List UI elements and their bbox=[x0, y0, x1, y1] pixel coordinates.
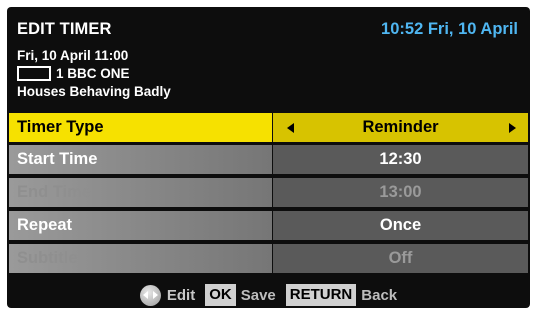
left-arrow-icon[interactable] bbox=[287, 123, 294, 133]
ok-key[interactable]: OK bbox=[205, 284, 236, 306]
edit-hint: Edit bbox=[166, 286, 196, 304]
channel-box-icon bbox=[17, 66, 51, 81]
row-start-time[interactable]: Start Time 12:30 bbox=[9, 145, 528, 174]
save-hint: Save bbox=[240, 286, 276, 304]
row-label: Timer Type bbox=[9, 113, 272, 142]
right-arrow-icon[interactable] bbox=[509, 123, 516, 133]
row-end-time: End Time 13:00 bbox=[9, 178, 528, 207]
back-hint: Back bbox=[361, 286, 398, 304]
row-repeat[interactable]: Repeat Once bbox=[9, 211, 528, 240]
row-label: End Time bbox=[9, 178, 272, 207]
programme-datetime: Fri, 10 April 11:00 bbox=[17, 48, 129, 63]
programme-channel: 1 BBC ONE bbox=[56, 66, 130, 81]
row-value[interactable]: Once bbox=[273, 211, 528, 240]
row-label: Repeat bbox=[9, 211, 272, 240]
clock: 10:52 Fri, 10 April bbox=[381, 20, 518, 38]
row-value[interactable]: 12:30 bbox=[273, 145, 528, 174]
timer-type-selector[interactable]: Reminder bbox=[273, 113, 528, 142]
row-label: Start Time bbox=[9, 145, 272, 174]
row-timer-type[interactable]: Timer Type Reminder bbox=[9, 113, 528, 142]
button-legend: Edit OK Save RETURN Back bbox=[7, 283, 530, 307]
row-subtitle: Subtitle Off bbox=[9, 244, 528, 273]
dpad-icon bbox=[139, 284, 161, 306]
edit-timer-panel: EDIT TIMER 10:52 Fri, 10 April Fri, 10 A… bbox=[7, 7, 530, 308]
return-key[interactable]: RETURN bbox=[285, 284, 357, 306]
row-value: Off bbox=[273, 244, 528, 273]
row-value: Reminder bbox=[362, 118, 439, 136]
page-title: EDIT TIMER bbox=[17, 20, 112, 38]
row-value: 13:00 bbox=[273, 178, 528, 207]
programme-name: Houses Behaving Badly bbox=[17, 84, 171, 99]
row-label: Subtitle bbox=[9, 244, 272, 273]
programme-channel-line: 1 BBC ONE bbox=[17, 66, 130, 81]
